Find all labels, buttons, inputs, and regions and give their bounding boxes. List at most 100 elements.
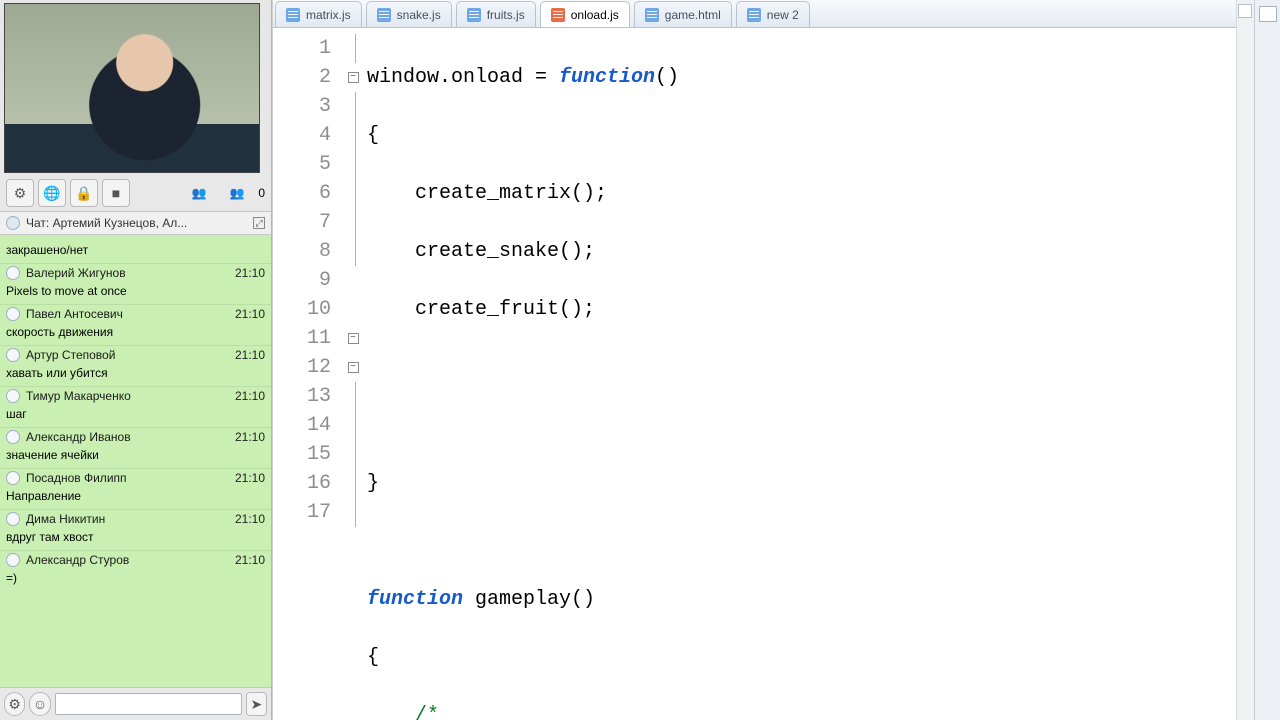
fold-toggle-icon[interactable] <box>348 333 359 344</box>
chat-title: Чат: Артемий Кузнецов, Ал... <box>26 216 187 230</box>
gear-icon[interactable]: ⚙ <box>4 692 25 716</box>
editor-tab[interactable]: matrix.js <box>275 1 362 27</box>
chat-message-body: закрашено/нет <box>6 239 265 257</box>
editor-tab[interactable]: game.html <box>634 1 732 27</box>
file-icon <box>747 8 761 22</box>
line-number: 5 <box>273 150 331 179</box>
line-number: 1 <box>273 34 331 63</box>
chat-bubble-icon <box>6 348 20 362</box>
chat-message-time: 21:10 <box>235 553 265 567</box>
line-number: 13 <box>273 382 331 411</box>
mic-icon[interactable]: 🔒 <box>70 179 98 207</box>
file-icon <box>467 8 481 22</box>
tab-label: fruits.js <box>487 8 525 22</box>
fold-guide <box>355 208 356 237</box>
fold-guide <box>355 440 356 469</box>
chat-message: Александр Стуров21:10=) <box>0 550 271 591</box>
chat-bubble-icon <box>6 307 20 321</box>
chat-message-body: =) <box>6 567 265 585</box>
fold-guide <box>355 179 356 208</box>
chat-message-author: Тимур Макарченко <box>26 389 229 403</box>
chat-message-author: Павел Антосевич <box>26 307 229 321</box>
fold-toggle-icon[interactable] <box>348 72 359 83</box>
chat-message: Артур Степовой21:10хавать или убится <box>0 345 271 386</box>
chat-bubble-icon <box>6 216 20 230</box>
stop-icon[interactable]: ■ <box>102 179 130 207</box>
chat-header[interactable]: Чат: Артемий Кузнецов, Ал... ⤢ <box>0 212 271 235</box>
webcam-icon[interactable]: 🌐 <box>38 179 66 207</box>
code-content[interactable]: window.onload = function() { create_matr… <box>361 28 1254 720</box>
chat-compose-bar: ⚙ ☺ ➤ <box>0 687 271 720</box>
line-number: 16 <box>273 469 331 498</box>
chat-message-body: шаг <box>6 403 265 421</box>
editor-tab[interactable]: new 2 <box>736 1 810 27</box>
line-number: 11 <box>273 324 331 353</box>
chat-message-time: 21:10 <box>235 430 265 444</box>
fold-cell <box>345 121 361 150</box>
tab-label: new 2 <box>767 8 799 22</box>
chat-message-author: Артур Степовой <box>26 348 229 362</box>
fold-guide <box>355 411 356 440</box>
chat-input[interactable] <box>55 693 242 715</box>
restore-window-icon[interactable] <box>1259 6 1277 22</box>
chat-message-time: 21:10 <box>235 389 265 403</box>
fold-cell <box>345 469 361 498</box>
fold-guide <box>355 469 356 498</box>
tab-label: onload.js <box>571 8 619 22</box>
line-number: 14 <box>273 411 331 440</box>
file-icon <box>377 8 391 22</box>
tab-label: matrix.js <box>306 8 351 22</box>
fold-cell <box>345 411 361 440</box>
line-number: 9 <box>273 266 331 295</box>
chat-message-body: скорость движения <box>6 321 265 339</box>
fold-cell[interactable] <box>345 324 361 353</box>
chat-message-fragment: закрашено/нет <box>0 235 271 263</box>
chat-bubble-icon <box>6 553 20 567</box>
chat-message: Александр Иванов 21:10значение ячейки <box>0 427 271 468</box>
file-icon <box>286 8 300 22</box>
window-side-strip <box>1254 0 1280 720</box>
emoji-icon[interactable]: ☺ <box>29 692 50 716</box>
chat-message: Тимур Макарченко 21:10шаг <box>0 386 271 427</box>
chat-message-body: значение ячейки <box>6 444 265 462</box>
chat-message-author: Дима Никитин <box>26 512 229 526</box>
chat-message-body: вдруг там хвост <box>6 526 265 544</box>
fold-guide <box>355 150 356 179</box>
fold-cell <box>345 179 361 208</box>
fold-cell <box>345 150 361 179</box>
fold-guide <box>355 237 356 266</box>
fold-toggle-icon[interactable] <box>348 362 359 373</box>
chat-message-time: 21:10 <box>235 266 265 280</box>
line-number: 3 <box>273 92 331 121</box>
editor-tab[interactable]: snake.js <box>366 1 452 27</box>
file-icon <box>645 8 659 22</box>
chat-message-author: Валерий Жигунов <box>26 266 229 280</box>
chat-message-body: хавать или убится <box>6 362 265 380</box>
fold-cell <box>345 208 361 237</box>
fold-cell[interactable] <box>345 353 361 382</box>
chat-bubble-icon <box>6 266 20 280</box>
chat-message-time: 21:10 <box>235 307 265 321</box>
fold-cell <box>345 295 361 324</box>
fold-guide <box>355 498 356 527</box>
gear-icon[interactable]: ⚙ <box>6 179 34 207</box>
editor-tab[interactable]: onload.js <box>540 1 630 27</box>
vertical-scrollbar[interactable] <box>1236 0 1254 720</box>
people-count: 0 <box>258 186 265 200</box>
group-add-icon[interactable]: 👥 <box>220 180 254 206</box>
chat-bubble-icon <box>6 430 20 444</box>
chat-message-author: Александр Иванов <box>26 430 229 444</box>
webcam-video[interactable] <box>4 3 260 173</box>
fold-cell <box>345 92 361 121</box>
code-editor[interactable]: 1234567891011121314151617 window.onload … <box>273 28 1254 720</box>
chat-message-list[interactable]: закрашено/нет Валерий Жигунов21:10Pixels… <box>0 235 271 687</box>
fold-cell[interactable] <box>345 63 361 92</box>
fold-cell <box>345 498 361 527</box>
group-icon[interactable]: 👥 <box>182 180 216 206</box>
fold-cell <box>345 34 361 63</box>
editor-tab[interactable]: fruits.js <box>456 1 536 27</box>
line-number: 12 <box>273 353 331 382</box>
send-icon[interactable]: ➤ <box>246 692 267 716</box>
expand-icon[interactable]: ⤢ <box>253 217 265 229</box>
scrollbar-button-icon[interactable] <box>1238 4 1252 18</box>
